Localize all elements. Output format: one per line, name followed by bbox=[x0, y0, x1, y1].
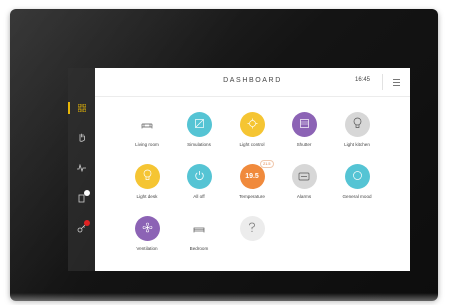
setpoint-badge: 21.5 bbox=[260, 160, 274, 168]
tile-shutter[interactable]: Shutter bbox=[278, 112, 330, 147]
mood-icon bbox=[352, 168, 363, 186]
tile-general-mood[interactable]: General mood bbox=[331, 164, 383, 199]
tile-icon-bg bbox=[186, 164, 212, 189]
temperature-value: 19.5 bbox=[245, 173, 259, 180]
tile-alarms[interactable]: Alarms bbox=[278, 164, 330, 199]
active-indicator bbox=[68, 102, 70, 114]
simulation-icon bbox=[194, 116, 205, 134]
tile-ventilation[interactable]: Ventilation bbox=[121, 216, 173, 251]
hand-icon bbox=[78, 133, 86, 142]
tile-icon-bg bbox=[291, 112, 317, 137]
bulb-icon bbox=[143, 168, 152, 186]
tile-simulations[interactable]: Simulations bbox=[173, 112, 225, 147]
tile-label: Bedroom bbox=[189, 246, 209, 251]
sidebar-item-manual[interactable] bbox=[68, 129, 95, 145]
tile-living-room[interactable]: Living room bbox=[121, 112, 173, 147]
tile-icon-bg bbox=[239, 112, 265, 137]
sidebar bbox=[68, 68, 95, 271]
tile-all-off[interactable]: All off bbox=[173, 164, 225, 199]
light-control-icon bbox=[247, 116, 258, 134]
tile-icon-bg bbox=[186, 216, 212, 241]
shutter-icon bbox=[299, 116, 310, 134]
power-icon bbox=[194, 168, 205, 186]
alert-badge bbox=[84, 220, 90, 226]
divider bbox=[382, 74, 383, 90]
tile-icon-bg bbox=[344, 112, 370, 137]
menu-icon-line bbox=[392, 78, 400, 80]
tile-temperature[interactable]: 19.5 21.5 Temperature bbox=[226, 160, 278, 199]
tile-light-control[interactable]: Light control bbox=[226, 112, 278, 147]
sidebar-item-security[interactable] bbox=[68, 220, 95, 236]
tile-label: Shutter bbox=[296, 142, 312, 147]
menu-button[interactable] bbox=[390, 76, 402, 88]
tile-light-desk[interactable]: Light desk bbox=[121, 164, 173, 199]
bed-icon bbox=[193, 220, 205, 238]
tile-label: All off bbox=[193, 194, 205, 199]
grid-icon bbox=[77, 104, 86, 112]
tile-add[interactable] bbox=[226, 216, 278, 246]
tile-label: Temperature bbox=[239, 194, 265, 199]
notification-badge bbox=[84, 190, 90, 196]
sidebar-item-activity[interactable] bbox=[68, 160, 95, 176]
touch-panel-device: DASHBOARD 16:45 Living room Simulations … bbox=[10, 9, 438, 301]
screen: DASHBOARD 16:45 Living room Simulations … bbox=[68, 68, 410, 271]
tile-icon-bg: 19.5 21.5 bbox=[239, 160, 274, 189]
tile-label: General mood bbox=[342, 194, 372, 199]
pulse-icon bbox=[77, 164, 86, 172]
tile-light-kitchen[interactable]: Light kitchen bbox=[331, 112, 383, 147]
bulb-icon bbox=[353, 116, 362, 134]
tile-bedroom[interactable]: Bedroom bbox=[173, 216, 225, 251]
tile-icon-bg bbox=[134, 164, 160, 189]
tile-icon-bg bbox=[291, 164, 317, 189]
tile-label: Light control bbox=[239, 142, 265, 147]
tile-icon-bg bbox=[186, 112, 212, 137]
dashboard-panel: DASHBOARD 16:45 Living room Simulations … bbox=[95, 68, 410, 271]
alarm-icon bbox=[298, 168, 310, 186]
fan-icon bbox=[142, 220, 153, 238]
tile-icon-bg bbox=[239, 216, 265, 241]
top-bar: DASHBOARD 16:45 bbox=[95, 68, 410, 97]
tile-label: Alarms bbox=[296, 194, 312, 199]
tile-label: Light kitchen bbox=[344, 142, 370, 147]
question-icon bbox=[248, 220, 256, 238]
tile-label: Ventilation bbox=[136, 246, 158, 251]
sofa-icon bbox=[141, 116, 153, 134]
tile-label: Simulations bbox=[187, 142, 211, 147]
bottom-fade bbox=[0, 293, 449, 305]
tile-label: Light desk bbox=[136, 194, 158, 199]
menu-icon-line bbox=[392, 84, 400, 86]
tile-icon-bg bbox=[344, 164, 370, 189]
sidebar-item-dashboard[interactable] bbox=[68, 100, 95, 116]
sidebar-item-documents[interactable] bbox=[68, 190, 95, 206]
menu-icon-line bbox=[392, 81, 400, 83]
clock: 16:45 bbox=[354, 77, 370, 83]
tile-icon-bg bbox=[134, 112, 160, 137]
tile-label: Living room bbox=[135, 142, 159, 147]
tile-icon-bg bbox=[134, 216, 160, 241]
